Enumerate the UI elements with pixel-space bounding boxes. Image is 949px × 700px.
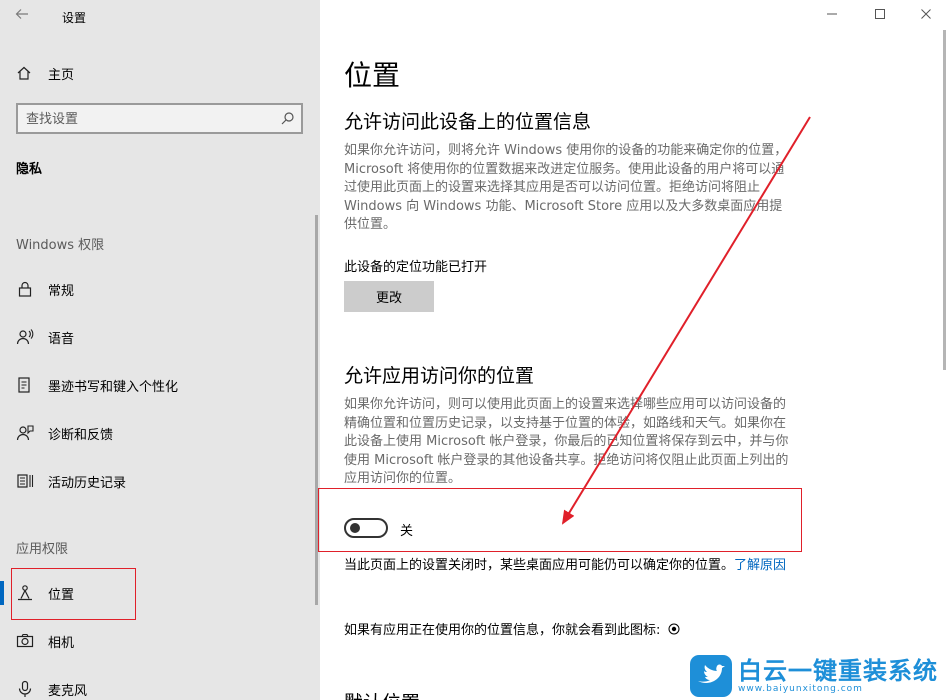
group-label-windows: Windows 权限 bbox=[16, 238, 105, 253]
inking-icon bbox=[18, 377, 30, 393]
sidebar-item-label: 常规 bbox=[48, 284, 75, 299]
sidebar: 设置 主页 隐私 Windows 权限 常规 语音 墨迹书写和键入个性化 诊断和… bbox=[0, 0, 320, 700]
camera-icon bbox=[16, 633, 34, 648]
home-icon bbox=[17, 66, 31, 80]
sidebar-item-label: 语音 bbox=[48, 332, 75, 347]
sidebar-item-home[interactable]: 主页 bbox=[16, 62, 74, 84]
selection-indicator bbox=[0, 581, 4, 605]
sidebar-item-label: 主页 bbox=[48, 67, 75, 83]
group-label-app-permissions: 应用权限 bbox=[16, 542, 69, 557]
search-icon[interactable] bbox=[280, 111, 295, 126]
bird-logo-icon bbox=[690, 655, 732, 697]
search-input[interactable] bbox=[26, 109, 266, 129]
sidebar-item-label: 麦克风 bbox=[48, 684, 88, 699]
sidebar-item-diagnostics[interactable]: 诊断和反馈 bbox=[0, 413, 320, 453]
main-content: 位置 允许访问此设备上的位置信息 如果你允许访问，则将允许 Windows 使用… bbox=[318, 0, 949, 700]
arrow-left-icon bbox=[15, 9, 28, 19]
search-box[interactable] bbox=[16, 103, 303, 134]
sidebar-item-inking[interactable]: 墨迹书写和键入个性化 bbox=[0, 365, 320, 405]
watermark-logo: 白云一键重装系统 www.baiyunxitong.com bbox=[690, 652, 949, 700]
sidebar-item-label: 诊断和反馈 bbox=[48, 428, 114, 443]
back-button[interactable] bbox=[14, 6, 36, 28]
watermark-name: 白云一键重装系统 bbox=[738, 657, 938, 685]
watermark-url: www.baiyunxitong.com bbox=[738, 684, 863, 694]
sidebar-item-label: 墨迹书写和键入个性化 bbox=[48, 380, 179, 395]
activity-history-icon bbox=[17, 474, 34, 488]
sidebar-item-microphone[interactable]: 麦克风 bbox=[0, 669, 320, 700]
sidebar-item-activity[interactable]: 活动历史记录 bbox=[0, 461, 320, 501]
sidebar-item-speech[interactable]: 语音 bbox=[0, 317, 320, 357]
sidebar-item-general[interactable]: 常规 bbox=[0, 269, 320, 309]
sidebar-item-label: 活动历史记录 bbox=[48, 476, 127, 491]
feedback-icon bbox=[16, 425, 34, 441]
app-title: 设置 bbox=[62, 11, 87, 25]
sidebar-item-label: 相机 bbox=[48, 636, 75, 651]
speech-icon bbox=[16, 329, 34, 345]
lock-icon bbox=[18, 281, 32, 297]
section-title-privacy: 隐私 bbox=[16, 162, 43, 177]
annotation-highlight-location-item bbox=[11, 568, 136, 620]
microphone-icon bbox=[18, 680, 32, 697]
sidebar-item-camera[interactable]: 相机 bbox=[0, 621, 320, 661]
annotation-arrow bbox=[561, 116, 811, 525]
